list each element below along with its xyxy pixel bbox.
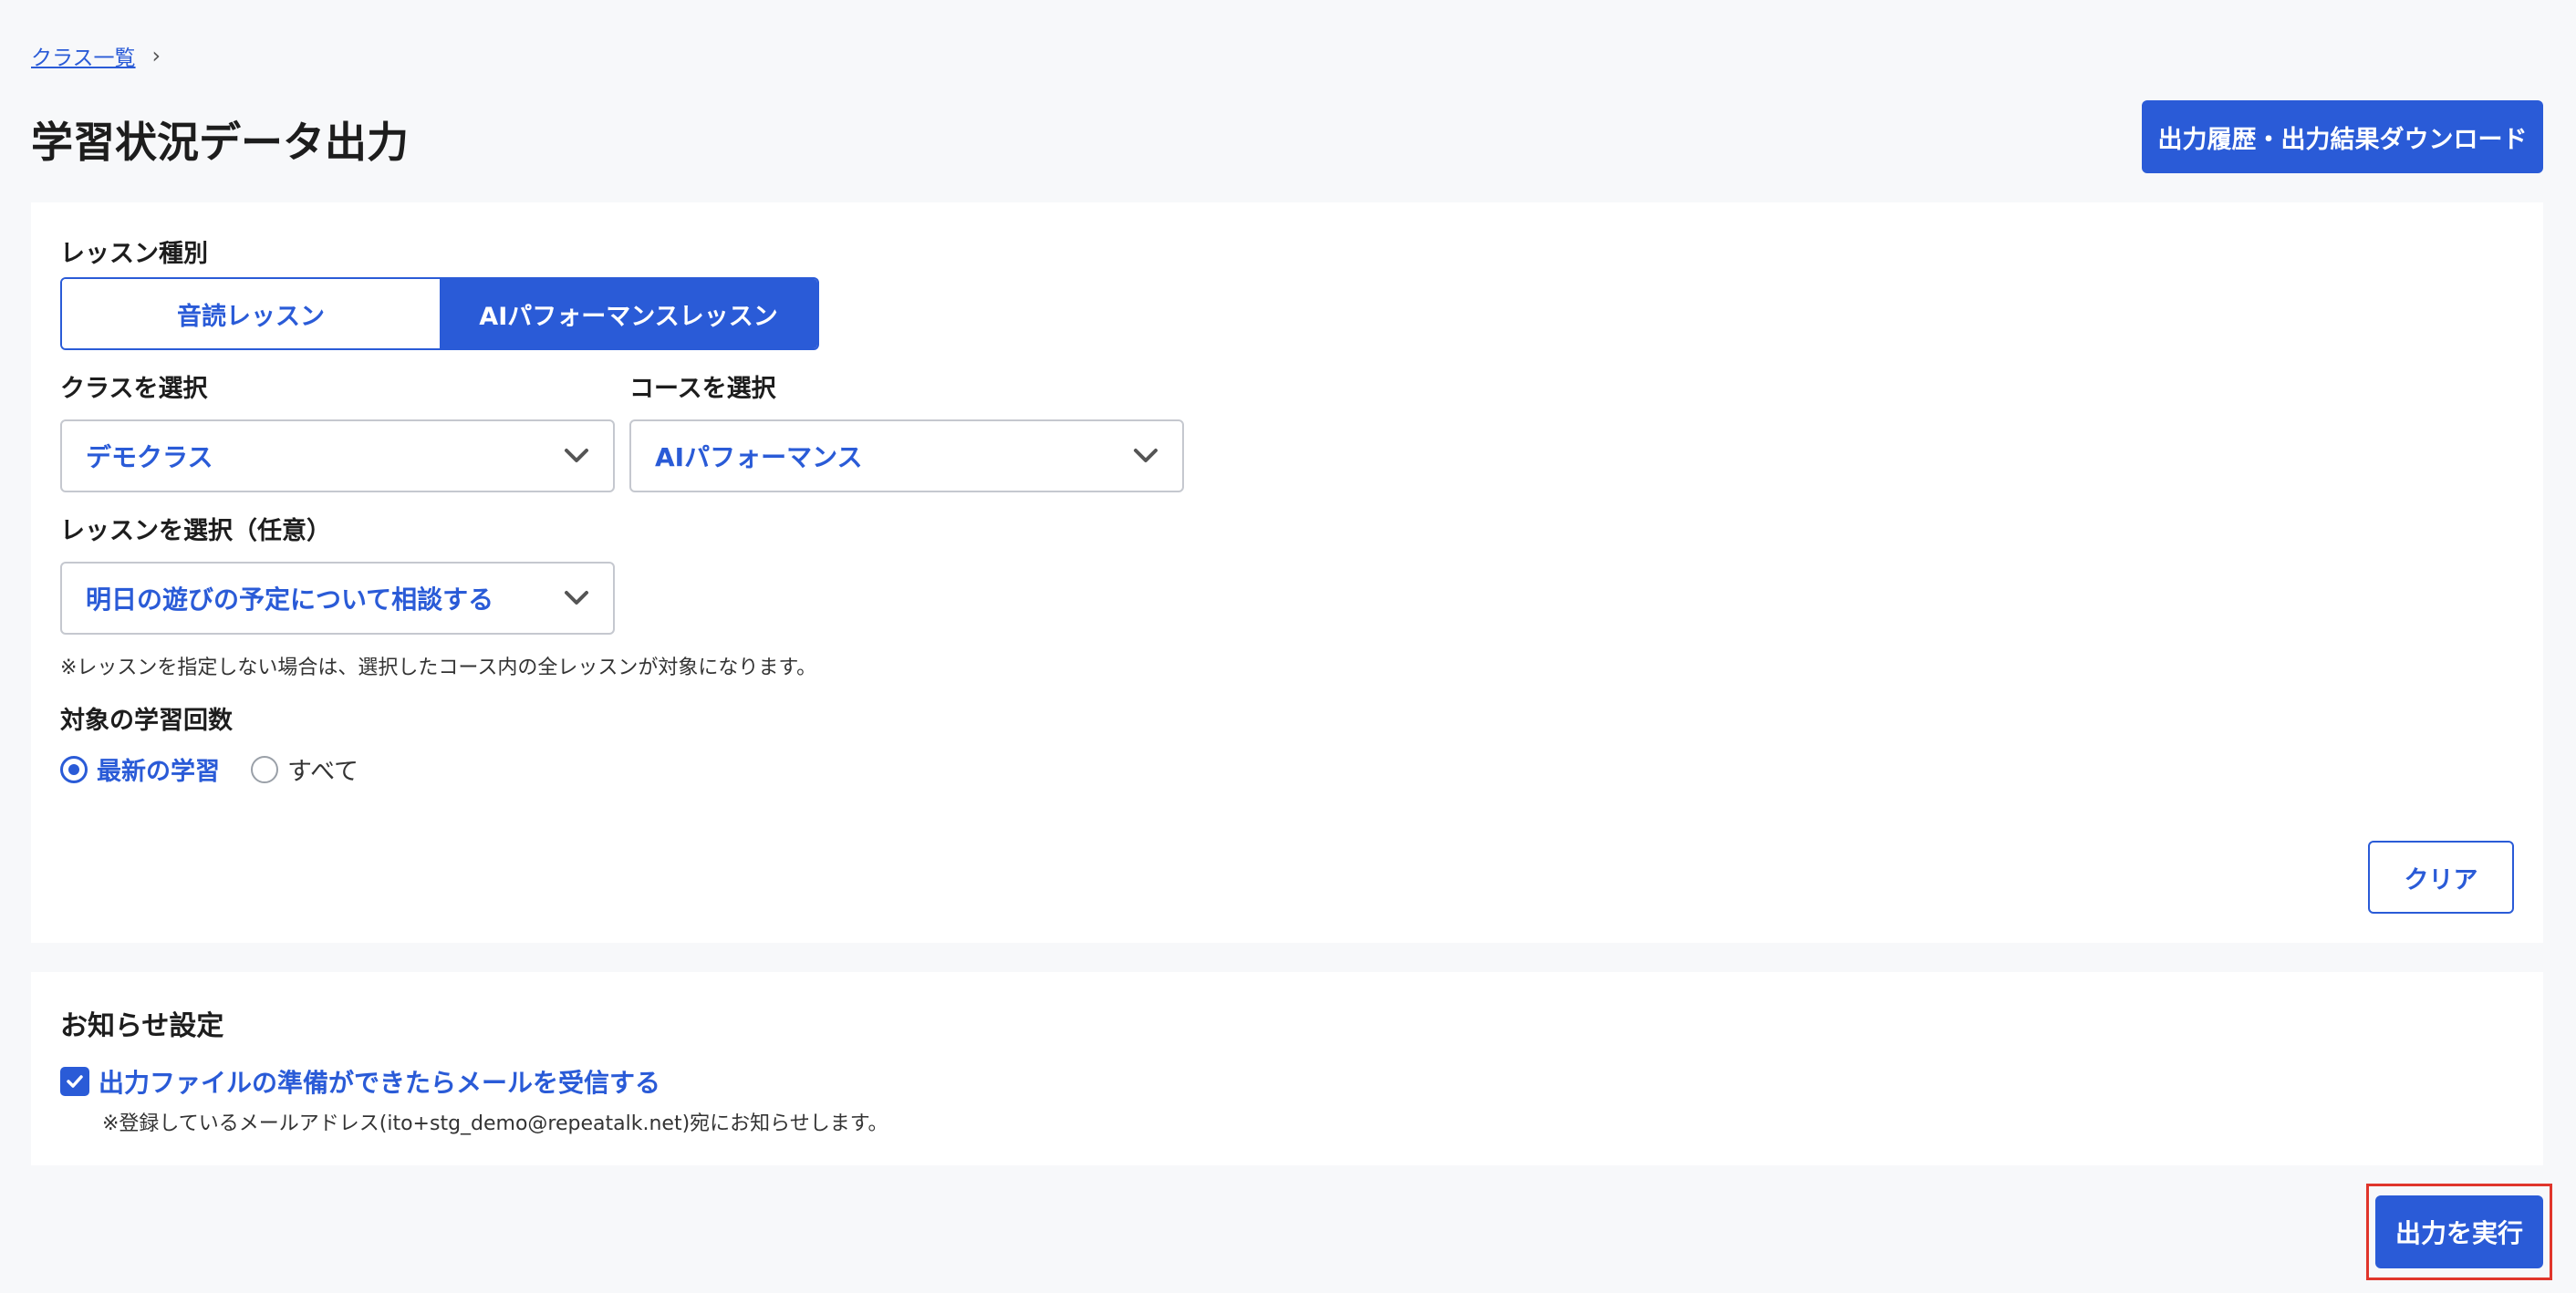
export-settings-panel: レッスン種別 音読レッスン AIパフォーマンスレッスン クラスを選択 デモクラス… xyxy=(31,202,2543,943)
email-notify-checkbox[interactable] xyxy=(60,1067,89,1096)
lesson-select-value: 明日の遊びの予定について相談する xyxy=(86,584,494,615)
attempts-radio-group: 最新の学習 すべて xyxy=(60,751,358,787)
attempts-label: 対象の学習回数 xyxy=(60,707,233,735)
email-notify-label[interactable]: 出力ファイルの準備ができたらメールを受信する xyxy=(99,1063,660,1100)
lesson-select[interactable]: 明日の遊びの予定について相談する xyxy=(60,562,615,635)
lesson-type-reading-option[interactable]: 音読レッスン xyxy=(62,279,440,348)
chevron-down-icon xyxy=(565,449,588,462)
class-select-value: デモクラス xyxy=(86,442,213,472)
lesson-select-label: レッスンを選択（任意） xyxy=(60,517,331,545)
email-notify-row: 出力ファイルの準備ができたらメールを受信する xyxy=(60,1063,660,1100)
attempts-latest-label[interactable]: 最新の学習 xyxy=(97,751,220,787)
course-select-value: AIパフォーマンス xyxy=(655,442,863,472)
notification-settings-title: お知らせ設定 xyxy=(60,1010,224,1042)
attempts-all-label[interactable]: すべて xyxy=(287,751,358,787)
notification-settings-panel: お知らせ設定 出力ファイルの準備ができたらメールを受信する ※登録しているメール… xyxy=(31,972,2543,1165)
chevron-down-icon xyxy=(1134,449,1158,462)
execute-export-button[interactable]: 出力を実行 xyxy=(2375,1195,2543,1268)
clear-button[interactable]: クリア xyxy=(2368,841,2514,914)
attempts-latest-radio[interactable] xyxy=(60,755,88,783)
lesson-type-ai-performance-option[interactable]: AIパフォーマンスレッスン xyxy=(440,279,817,348)
email-notify-note: ※登録しているメールアドレス(ito+stg_demo@repeatalk.ne… xyxy=(102,1112,888,1135)
lesson-select-note: ※レッスンを指定しない場合は、選択したコース内の全レッスンが対象になります。 xyxy=(60,657,817,679)
chevron-right-icon: › xyxy=(151,43,161,68)
download-history-button[interactable]: 出力履歴・出力結果ダウンロード xyxy=(2142,100,2543,173)
class-select[interactable]: デモクラス xyxy=(60,419,615,492)
breadcrumb: クラス一覧 › xyxy=(31,40,161,71)
lesson-type-toggle: 音読レッスン AIパフォーマンスレッスン xyxy=(60,277,819,350)
attempts-all-radio[interactable] xyxy=(251,755,278,783)
chevron-down-icon xyxy=(565,591,588,605)
execute-button-highlight: 出力を実行 xyxy=(2366,1184,2552,1280)
breadcrumb-link-class-list[interactable]: クラス一覧 xyxy=(31,40,136,71)
check-icon xyxy=(67,1075,83,1088)
lesson-type-label: レッスン種別 xyxy=(60,240,208,268)
course-select-label: コースを選択 xyxy=(629,375,776,403)
page-title: 学習状況データ出力 xyxy=(31,118,409,167)
class-select-label: クラスを選択 xyxy=(60,375,208,403)
course-select[interactable]: AIパフォーマンス xyxy=(629,419,1184,492)
